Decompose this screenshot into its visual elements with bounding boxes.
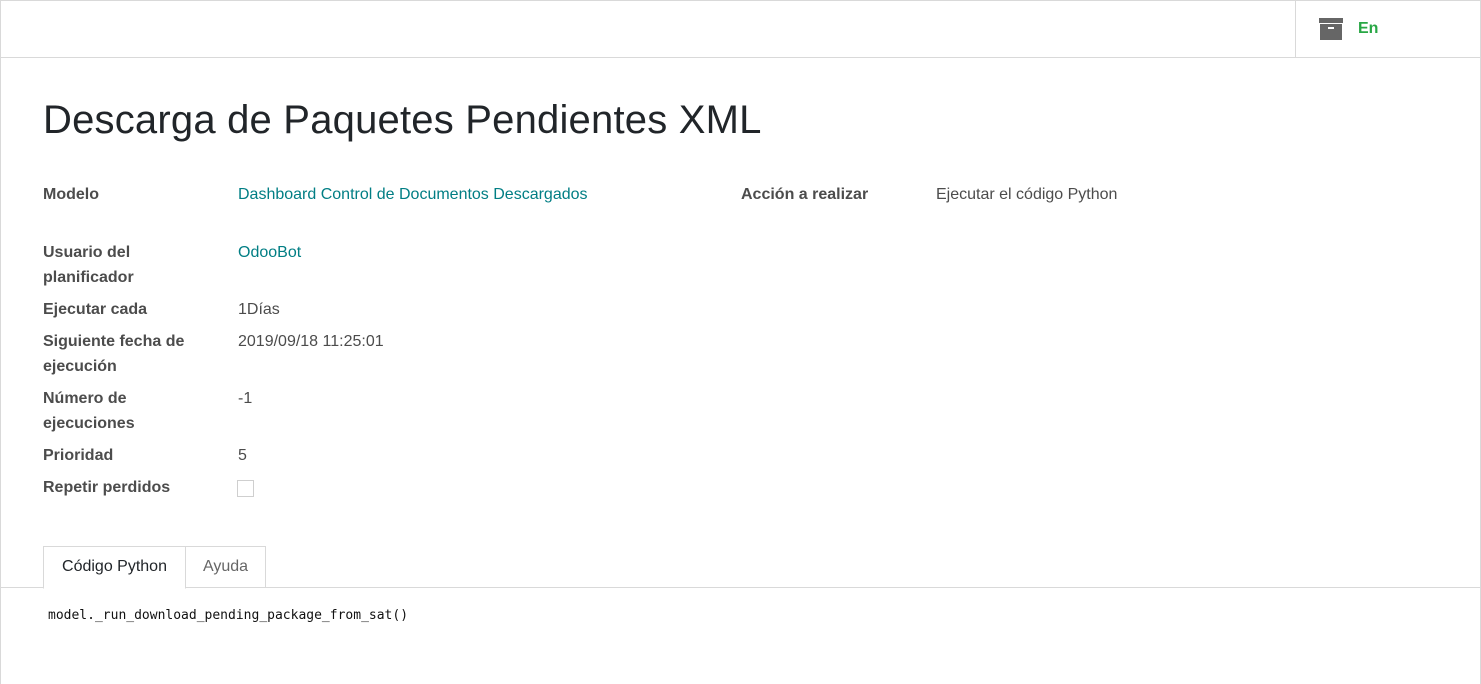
nextcall-value: 2019/09/18 11:25:01: [238, 333, 384, 350]
priority-value: 5: [238, 447, 247, 464]
nextcall-label-line1: Siguiente fecha de: [43, 333, 185, 350]
numbercall-value: -1: [238, 390, 253, 407]
doall-label: Repetir perdidos: [43, 479, 171, 496]
priority-label: Prioridad: [43, 447, 114, 464]
form-view: En Descarga de Paquetes Pendientes XML M…: [0, 0, 1481, 684]
action-value: Ejecutar el código Python: [936, 186, 1118, 203]
tab-python-code[interactable]: Código Python: [43, 546, 186, 589]
model-label: Modelo: [43, 186, 99, 203]
notebook-tabs: Código Python Ayuda: [1, 546, 1480, 589]
archive-icon: [1319, 18, 1343, 40]
nextcall-label: Siguiente fecha de ejecución: [43, 329, 213, 379]
interval-value: 1Días: [238, 301, 280, 318]
interval-label: Ejecutar cada: [43, 301, 148, 318]
model-link[interactable]: Dashboard Control de Documentos Descarga…: [238, 186, 588, 203]
page-title: Descarga de Paquetes Pendientes XML: [43, 98, 762, 142]
nextcall-label-line2: ejecución: [43, 358, 117, 375]
action-label: Acción a realizar: [741, 186, 869, 203]
user-label-line2: planificador: [43, 269, 134, 286]
tab-help[interactable]: Ayuda: [186, 546, 266, 588]
user-label-line1: Usuario del: [43, 244, 131, 261]
numbercall-label-line1: Número de: [43, 390, 127, 407]
user-link[interactable]: OdooBot: [238, 244, 301, 261]
button-box: En: [1, 1, 1480, 58]
numbercall-label: Número de ejecuciones: [43, 386, 213, 436]
numbercall-label-line2: ejecuciones: [43, 415, 135, 432]
active-toggle-label: En: [1358, 20, 1379, 37]
active-toggle-button[interactable]: En: [1295, 1, 1480, 57]
doall-checkbox[interactable]: [237, 480, 254, 497]
user-label: Usuario del planificador: [43, 240, 213, 290]
python-code: model._run_download_pending_package_from…: [48, 608, 409, 623]
